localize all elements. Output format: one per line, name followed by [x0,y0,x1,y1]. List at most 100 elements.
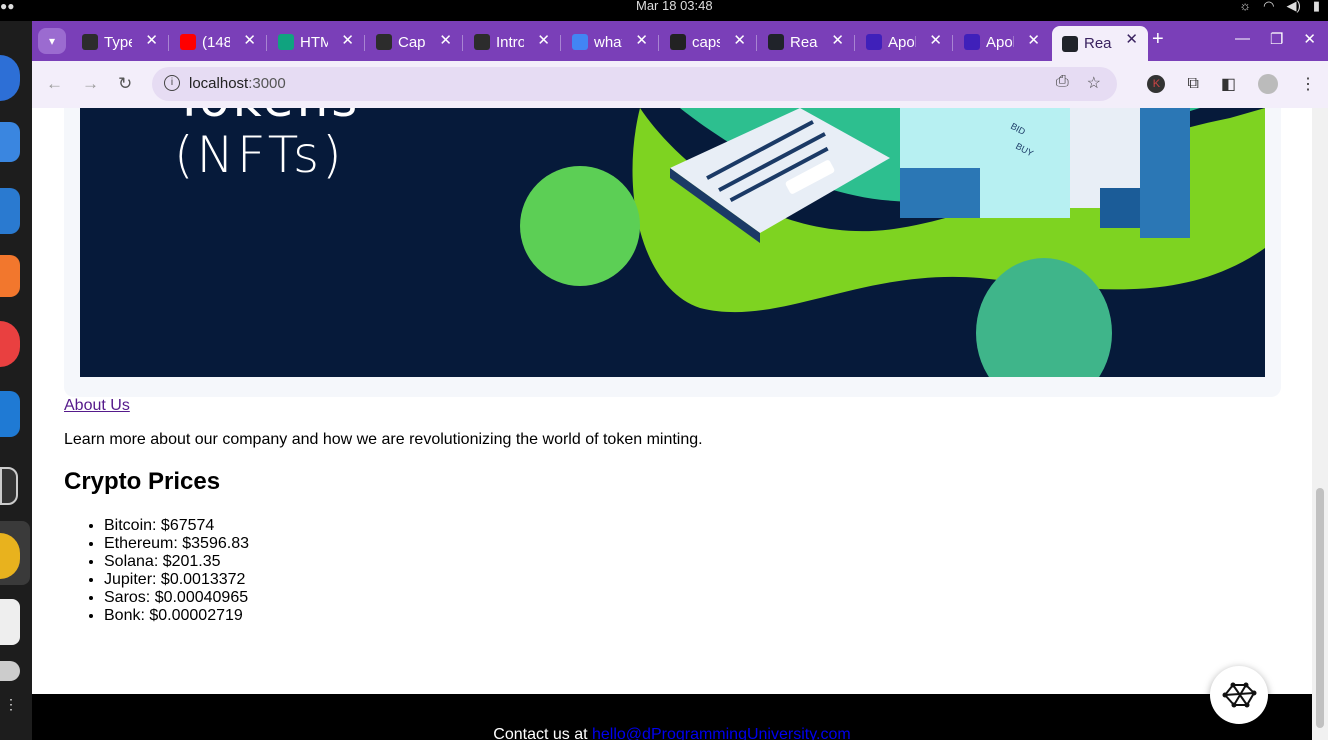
browser-tab[interactable]: Intro ✕ [464,27,561,57]
about-description: Learn more about our company and how we … [64,431,703,448]
tab-title: Intro [496,33,524,51]
list-item: Ethereum: $3596.83 [104,535,249,553]
activities-indicator[interactable]: ●● [0,0,15,12]
network-graph-icon [1222,682,1257,708]
system-top-bar: ●● Mar 18 03:48 ☼ ◠ ◀) ▮ [0,0,1328,21]
tab-close-icon[interactable]: ✕ [831,31,844,49]
tab-favicon-icon [964,34,980,50]
app-center-icon[interactable] [0,255,20,297]
browser-tab[interactable]: HTML ✕ [268,27,365,57]
tab-close-icon[interactable]: ✕ [733,31,746,49]
about-us-link[interactable]: About Us [64,397,130,415]
screenshot-icon[interactable] [0,599,20,645]
reload-icon[interactable]: ↻ [118,74,132,94]
app-dock: ⋮ [0,21,32,740]
browser-toolbar: ← → ↻ i localhost:3000 ⎙ ☆ K ⧉ ◧ ⋮ [32,61,1328,108]
tab-close-icon[interactable]: ✕ [341,31,354,49]
tab-close-icon[interactable]: ✕ [145,31,158,49]
writer-icon[interactable] [0,188,20,234]
system-clock[interactable]: Mar 18 03:48 [636,0,713,12]
tab-close-icon[interactable]: ✕ [1027,31,1040,49]
hero-illustration: BID BUY [520,108,1265,377]
page-scrollbar[interactable] [1312,108,1328,740]
browser-tab[interactable]: TypeScript ✕ [72,27,169,57]
browser-window: ▾ TypeScript✕(148)✕HTML✕Capstone✕Intro✕w… [32,21,1328,740]
url-text[interactable]: localhost:3000 [189,75,286,92]
system-tray[interactable]: ☼ ◠ ◀) ▮ [1239,0,1320,12]
footer-email-link[interactable]: hello@dProgrammingUniversity.com [592,726,851,740]
assistant-fab[interactable] [1210,666,1268,724]
maximize-icon[interactable]: ❐ [1270,30,1283,48]
show-apps-icon[interactable]: ⋮ [4,697,18,711]
site-info-icon[interactable]: i [164,75,180,91]
minimize-icon[interactable]: — [1235,30,1250,48]
new-tab-button[interactable]: + [1152,28,1164,51]
tab-close-icon[interactable]: ✕ [1125,30,1138,48]
tab-separator [364,35,365,51]
browser-tab[interactable]: (148) ✕ [170,27,267,57]
tab-separator [266,35,267,51]
tab-favicon-icon [180,34,196,50]
tab-favicon-icon [866,34,882,50]
tab-favicon-icon [376,34,392,50]
tab-favicon-icon [278,34,294,50]
back-arrow-icon[interactable]: ← [46,74,63,94]
tab-title: Apollo [888,33,916,51]
bookmark-star-icon[interactable]: ☆ [1087,73,1101,93]
tab-separator [756,35,757,51]
tab-strip: ▾ TypeScript✕(148)✕HTML✕Capstone✕Intro✕w… [32,21,1328,61]
vscode-icon[interactable] [0,391,20,437]
browser-tab[interactable]: Apollo ✕ [856,27,953,57]
forward-arrow-icon[interactable]: → [82,74,99,94]
help-icon[interactable] [0,321,20,367]
extensions-puzzle-icon[interactable]: ⧉ [1187,75,1198,93]
tab-separator [168,35,169,51]
url-port: :3000 [248,75,286,92]
tab-title: React App [1084,35,1112,52]
browser-tab[interactable]: React App ✕ [1052,26,1148,61]
tab-title: Capstone [398,33,426,51]
tab-separator [952,35,953,51]
install-app-icon[interactable]: ⎙ [1056,73,1069,93]
thunderbird-icon[interactable] [0,55,20,101]
wifi-icon: ◠ [1263,0,1275,13]
tab-favicon-icon [474,34,490,50]
browser-tab[interactable]: what ✕ [562,27,659,57]
tab-title: Apollo [986,33,1014,51]
tab-separator [854,35,855,51]
browser-tab[interactable]: React App ✕ [758,27,855,57]
tab-close-icon[interactable]: ✕ [439,31,452,49]
disk-icon[interactable] [0,661,20,681]
tab-title: TypeScript [104,33,132,51]
browser-tab[interactable]: capstone ✕ [660,27,757,57]
tab-favicon-icon [1062,35,1078,52]
terminal-icon[interactable] [0,467,18,505]
tab-close-icon[interactable]: ✕ [635,31,648,49]
scrollbar-thumb[interactable] [1316,488,1324,728]
side-panel-icon[interactable]: ◧ [1221,74,1236,94]
volume-icon: ◀) [1286,0,1301,13]
files-icon[interactable] [0,122,20,162]
crypto-prices-heading: Crypto Prices [64,468,221,495]
tab-separator [462,35,463,51]
tab-separator [560,35,561,51]
hero-bubble-left [520,166,640,286]
list-item: Bitcoin: $67574 [104,517,249,535]
extension-k-icon[interactable]: K [1147,75,1166,93]
tab-close-icon[interactable]: ✕ [243,31,256,49]
tab-close-icon[interactable]: ✕ [537,31,550,49]
browser-menu-icon[interactable]: ⋮ [1300,74,1316,94]
tab-separator [658,35,659,51]
nft-hero-banner: Tokens (NFTs) [80,108,1265,377]
page-footer: Contact us at hello@dProgrammingUniversi… [32,694,1312,740]
browser-tab[interactable]: Capstone ✕ [366,27,463,57]
browser-tab[interactable]: Apollo ✕ [954,27,1050,57]
tab-favicon-icon [82,34,98,50]
tab-search-button[interactable]: ▾ [38,28,66,54]
profile-avatar[interactable] [1258,74,1278,94]
tab-favicon-icon [768,34,784,50]
address-bar[interactable]: i localhost:3000 ⎙ ☆ [152,67,1117,101]
close-window-icon[interactable]: ✕ [1303,30,1316,48]
tab-title: React App [790,33,818,51]
tab-close-icon[interactable]: ✕ [929,31,942,49]
